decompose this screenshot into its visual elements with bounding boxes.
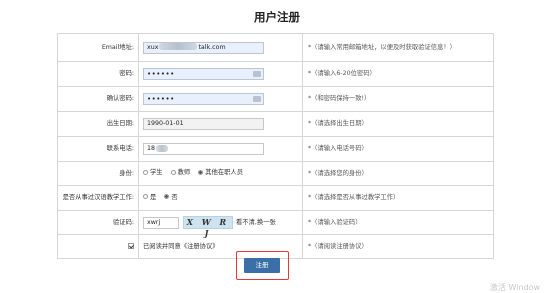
windows-activation-watermark: 激活 Window — [490, 283, 541, 292]
captcha-refresh-link[interactable]: 看不清,换一张 — [236, 219, 276, 226]
birthdate-label: 出生日期: — [57, 111, 139, 137]
identity-hint: *（请选择您的身份） — [302, 161, 494, 186]
password-label: 密码: — [57, 61, 139, 87]
radio-icon[interactable] — [170, 169, 176, 175]
form-row-email: Email地址: xux talk.com *（请输入常用邮箱地址，以便及时获取验… — [57, 33, 494, 62]
radio-no[interactable]: 否 — [164, 194, 178, 201]
identity-label: 身份: — [57, 161, 139, 186]
submit-highlight-box: 注册 — [236, 251, 289, 280]
key-icon[interactable] — [253, 96, 261, 102]
agreement-checkbox[interactable] — [128, 242, 134, 249]
captcha-label: 验证码: — [57, 210, 139, 235]
phone-field[interactable]: 18 — [143, 143, 264, 155]
teaching-label: 是否从事过汉语教学工作: — [57, 185, 139, 211]
confirm-password-hint: *（和密码保持一致!） — [302, 86, 494, 112]
key-icon[interactable] — [253, 71, 261, 77]
form-row-identity: 身份: 学生 教师 其他在职人员 *（请选择您的身份） — [57, 161, 494, 186]
radio-yes[interactable]: 是 — [143, 194, 156, 201]
radio-checked-icon[interactable] — [164, 194, 170, 200]
password-hint: *（请输入6-20位密码） — [302, 61, 494, 87]
phone-label: 联系电话: — [57, 136, 139, 162]
radio-icon[interactable] — [143, 194, 148, 200]
radio-checked-icon[interactable] — [198, 169, 204, 175]
birthdate-field[interactable]: 1990-01-01 — [143, 118, 264, 130]
register-button[interactable]: 注册 — [244, 258, 280, 273]
password-field[interactable]: •••••• — [143, 68, 264, 80]
redacted-blur — [159, 43, 198, 50]
birthdate-hint: *（请选择出生日期） — [302, 111, 494, 137]
radio-other-employed[interactable]: 其他在职人员 — [198, 169, 243, 176]
teaching-hint: *（请选择是否从事过教学工作） — [302, 185, 494, 211]
email-label: Email地址: — [57, 33, 139, 62]
form-row-teaching: 是否从事过汉语教学工作: 是 否 *（请选择是否从事过教学工作） — [57, 185, 494, 211]
captcha-input[interactable]: xwrj — [143, 216, 179, 229]
captcha-hint: *（请输入验证码） — [302, 210, 494, 235]
radio-student[interactable]: 学生 — [143, 169, 163, 176]
form-row-captcha: 验证码: xwrj X W R J看不清,换一张 *（请输入验证码） — [57, 210, 494, 238]
form-row-phone: 联系电话: 18 *（请输入电话号码） — [57, 136, 494, 162]
email-field[interactable]: xux talk.com — [143, 41, 264, 54]
email-hint: *（请输入常用邮箱地址，以便及时获取验证信息！） — [302, 33, 494, 62]
redacted-blur — [156, 144, 169, 152]
captcha-image[interactable]: X W R J — [183, 216, 233, 238]
form-row-confirm-password: 确认密码: •••••• *（和密码保持一致!） — [57, 86, 494, 112]
confirm-password-label: 确认密码: — [57, 86, 139, 112]
form-row-birthdate: 出生日期: 1990-01-01 *（请选择出生日期） — [57, 111, 494, 137]
page-title: 用户注册 — [254, 10, 300, 24]
confirm-password-field[interactable]: •••••• — [143, 93, 264, 105]
phone-hint: *（请输入电话号码） — [302, 136, 494, 162]
registration-form: Email地址: xux talk.com *（请输入常用邮箱地址，以便及时获取验… — [57, 33, 494, 259]
radio-icon[interactable] — [143, 169, 148, 175]
agreement-hint: *（请阅读注册协议） — [302, 234, 494, 259]
form-row-password: 密码: •••••• *（请输入6-20位密码） — [57, 61, 494, 87]
radio-teacher[interactable]: 教师 — [170, 169, 190, 176]
